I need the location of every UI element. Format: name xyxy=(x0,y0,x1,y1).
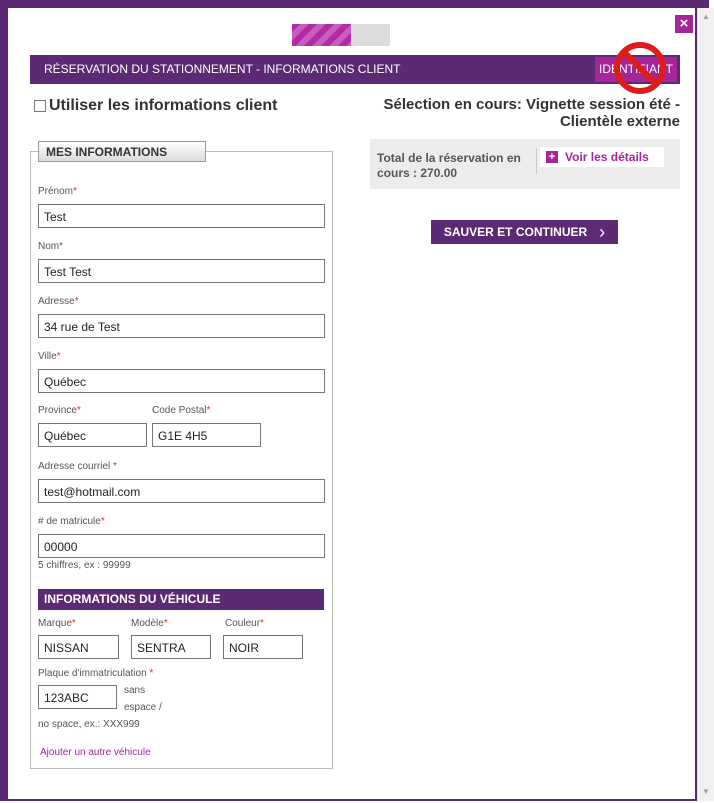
my-information-legend: MES INFORMATIONS xyxy=(38,141,206,162)
save-and-continue-button[interactable]: SAUVER ET CONTINUER › xyxy=(431,220,618,244)
matricule-field[interactable]: 00000 xyxy=(38,534,325,558)
plate-hint-espace: espace / xyxy=(124,702,162,713)
modele-label: Modèle* xyxy=(131,618,168,629)
matricule-hint: 5 chiffres, ex : 99999 xyxy=(38,560,131,571)
close-icon[interactable]: × xyxy=(675,15,693,33)
code-postal-label: Code Postal* xyxy=(152,405,211,416)
adresse-label: Adresse* xyxy=(38,296,79,307)
code-postal-field[interactable]: G1E 4H5 xyxy=(152,423,261,447)
view-details-button[interactable]: + Voir les détails xyxy=(540,147,664,167)
vehicle-info-heading: INFORMATIONS DU VÉHICULE xyxy=(38,589,324,610)
matricule-label: # de matricule* xyxy=(38,516,105,527)
modal-window: ▲ ▼ × RÉSERVATION DU STATIONNEMENT - INF… xyxy=(0,0,714,803)
header-title: RÉSERVATION DU STATIONNEMENT - INFORMATI… xyxy=(44,62,401,76)
ville-field[interactable]: Québec xyxy=(38,369,325,393)
marque-field[interactable]: NISSAN xyxy=(38,635,119,659)
vertical-scrollbar[interactable]: ▲ ▼ xyxy=(697,8,714,801)
prenom-label: Prénom* xyxy=(38,186,77,197)
use-client-info-toggle[interactable]: Utiliser les informations client xyxy=(34,97,278,115)
plaque-label: Plaque d'immatriculation * xyxy=(38,668,154,679)
couleur-label: Couleur* xyxy=(225,618,264,629)
use-client-checkbox[interactable] xyxy=(34,100,46,112)
no-entry-icon xyxy=(614,42,666,94)
couleur-field[interactable]: NOIR xyxy=(223,635,303,659)
selection-line-1: Sélection en cours: Vignette session été… xyxy=(383,96,680,113)
selection-line-2: Clientèle externe xyxy=(559,113,680,130)
use-client-label: Utiliser les informations client xyxy=(49,97,278,114)
marque-label: Marque* xyxy=(38,618,76,629)
reservation-total-box: Total de la réservation en cours : 270.0… xyxy=(370,139,680,189)
add-vehicle-link[interactable]: Ajouter un autre véhicule xyxy=(40,747,151,758)
nom-label: Nom* xyxy=(38,241,64,252)
plate-field[interactable]: 123ABC xyxy=(38,685,117,709)
chevron-right-icon: › xyxy=(599,222,606,242)
prenom-field[interactable]: Test xyxy=(38,204,325,228)
reservation-total-text: Total de la réservation en cours : 270.0… xyxy=(377,151,521,180)
view-details-label: Voir les détails xyxy=(565,150,649,164)
modele-field[interactable]: SENTRA xyxy=(131,635,211,659)
plate-hint-sans: sans xyxy=(124,685,146,696)
step-progress-bar xyxy=(292,24,390,46)
scroll-up-arrow-icon[interactable]: ▲ xyxy=(701,12,711,22)
section-header: RÉSERVATION DU STATIONNEMENT - INFORMATI… xyxy=(30,55,680,84)
ville-label: Ville* xyxy=(38,351,61,362)
adresse-field[interactable]: 34 rue de Test xyxy=(38,314,325,338)
save-button-label: SAUVER ET CONTINUER xyxy=(443,225,588,239)
courriel-label: Adresse courriel * xyxy=(38,461,117,472)
province-label: Province* xyxy=(38,405,81,416)
scroll-down-arrow-icon[interactable]: ▼ xyxy=(701,787,711,797)
email-field[interactable]: test@hotmail.com xyxy=(38,479,325,503)
progress-fill xyxy=(292,24,351,46)
current-selection: Sélection en cours: Vignette session été… xyxy=(340,96,680,130)
divider xyxy=(536,148,537,174)
plus-icon: + xyxy=(546,151,558,163)
plate-hint-example: no space, ex.: XXX999 xyxy=(38,719,140,730)
province-field[interactable]: Québec xyxy=(38,423,147,447)
nom-field[interactable]: Test Test xyxy=(38,259,325,283)
